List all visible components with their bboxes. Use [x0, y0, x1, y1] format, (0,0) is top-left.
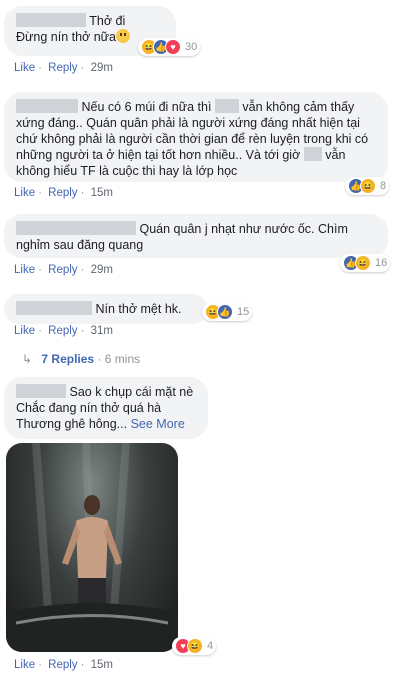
redacted-author-name[interactable]	[16, 13, 86, 27]
reactions-summary[interactable]: 😆 👍 15	[202, 303, 253, 321]
reaction-count: 8	[380, 180, 387, 192]
redacted-author-name[interactable]	[16, 221, 136, 235]
comment-text-line: Chắc đang nín thở quá hà	[16, 401, 162, 415]
like-link[interactable]: Like	[14, 187, 35, 199]
comment-bubble: Quán quân j nhạt như nước ốc. Chìm nghỉm…	[4, 214, 388, 258]
reactions-summary[interactable]: 😆 👍 ♥ 30	[138, 38, 201, 56]
comment-text-line: Thở đi	[89, 14, 126, 28]
comment-time[interactable]: 15m	[91, 187, 113, 199]
reply-link[interactable]: Reply	[48, 187, 77, 199]
comment-bubble: Sao k chụp cái mặt nè Chắc đang nín thở …	[4, 377, 208, 439]
comment-bubble: Nếu có 6 múi đi nữa thì vẫn không cảm th…	[4, 92, 388, 182]
comment-actions: Like · Reply · 15m	[14, 187, 113, 199]
like-reaction-icon: 👍	[217, 304, 233, 320]
comment-text-line: không hiểu TF là cuộc thi hay là lớp học	[16, 164, 238, 178]
love-reaction-icon: ♥	[165, 39, 181, 55]
like-link[interactable]: Like	[14, 264, 35, 276]
replies-time: 6 mins	[104, 352, 141, 366]
reply-link[interactable]: Reply	[48, 325, 77, 337]
reply-link[interactable]: Reply	[48, 264, 77, 276]
haha-reaction-icon: 😆	[355, 255, 371, 271]
comment-text-line: vẫn không cảm thấy	[242, 100, 355, 114]
redacted-author-name[interactable]	[16, 99, 78, 113]
comment-text-line: nghỉm sau đăng quang	[16, 238, 144, 252]
haha-reaction-icon: 😆	[360, 178, 376, 194]
comment-text-line: Quán quân j nhạt như nước ốc. Chìm	[139, 222, 348, 236]
reactions-summary[interactable]: ♥ 😆 4	[172, 637, 217, 655]
comment-actions: Like · Reply · 31m	[14, 325, 113, 337]
reaction-count: 4	[207, 640, 214, 652]
view-replies-link[interactable]: ↳ 7 Replies · 6 mins	[22, 352, 140, 366]
comment-actions: Like · Reply · 15m	[14, 659, 113, 671]
comment-text-line: những người ta ở hiện tại tốt hơn nhiều.…	[16, 148, 301, 162]
redacted-name	[303, 147, 322, 161]
comment-bubble: Nín thở mệt hk.	[4, 294, 208, 324]
comment-text-line: Đừng nín thở nữa	[16, 30, 116, 44]
redacted-author-name[interactable]	[16, 384, 66, 398]
comment-text-line: Sao k chụp cái mặt nè	[69, 385, 194, 399]
comment-actions: Like · Reply · 29m	[14, 264, 113, 276]
comment-text-line: xứng đáng.. Quán quân phải là người xứng…	[16, 116, 360, 130]
smiling-face-icon	[116, 29, 130, 43]
comment-text-line: Nếu có 6 múi đi nữa thì	[81, 100, 212, 114]
like-link[interactable]: Like	[14, 62, 35, 74]
like-link[interactable]: Like	[14, 325, 35, 337]
replies-count[interactable]: 7 Replies	[41, 352, 94, 366]
reactions-summary[interactable]: 👍 😆 8	[345, 177, 390, 195]
redacted-name	[214, 99, 239, 113]
comment-time[interactable]: 31m	[91, 325, 113, 337]
photo-shirtless-man-waterfall[interactable]	[6, 443, 178, 652]
comment-time[interactable]: 29m	[91, 62, 113, 74]
comment-text-line: chứ không phải là người cần thời gian để…	[16, 132, 369, 146]
photo-illustration	[6, 443, 178, 652]
reactions-summary[interactable]: 👍 😆 16	[340, 254, 391, 272]
see-more-link[interactable]: See More	[131, 417, 185, 431]
reply-arrow-icon: ↳	[22, 352, 33, 366]
comment-time[interactable]: 15m	[91, 659, 113, 671]
reply-link[interactable]: Reply	[48, 659, 77, 671]
comment-actions: Like · Reply · 29m	[14, 62, 113, 74]
comment-text-line: Nín thở mệt hk.	[95, 302, 182, 316]
like-link[interactable]: Like	[14, 659, 35, 671]
redacted-author-name[interactable]	[16, 301, 92, 315]
haha-reaction-icon: 😆	[187, 638, 203, 654]
comment-text-line: vẫn	[325, 148, 346, 162]
comment-text-line: Thương ghê hông...	[16, 417, 128, 431]
reaction-count: 15	[237, 306, 250, 318]
reaction-count: 30	[185, 41, 198, 53]
comment-time[interactable]: 29m	[91, 264, 113, 276]
reaction-count: 16	[375, 257, 388, 269]
comment-1: Thở đi Đừng nín thở nữa 😆 👍 ♥ 30 Like · R…	[0, 0, 420, 85]
reply-link[interactable]: Reply	[48, 62, 77, 74]
